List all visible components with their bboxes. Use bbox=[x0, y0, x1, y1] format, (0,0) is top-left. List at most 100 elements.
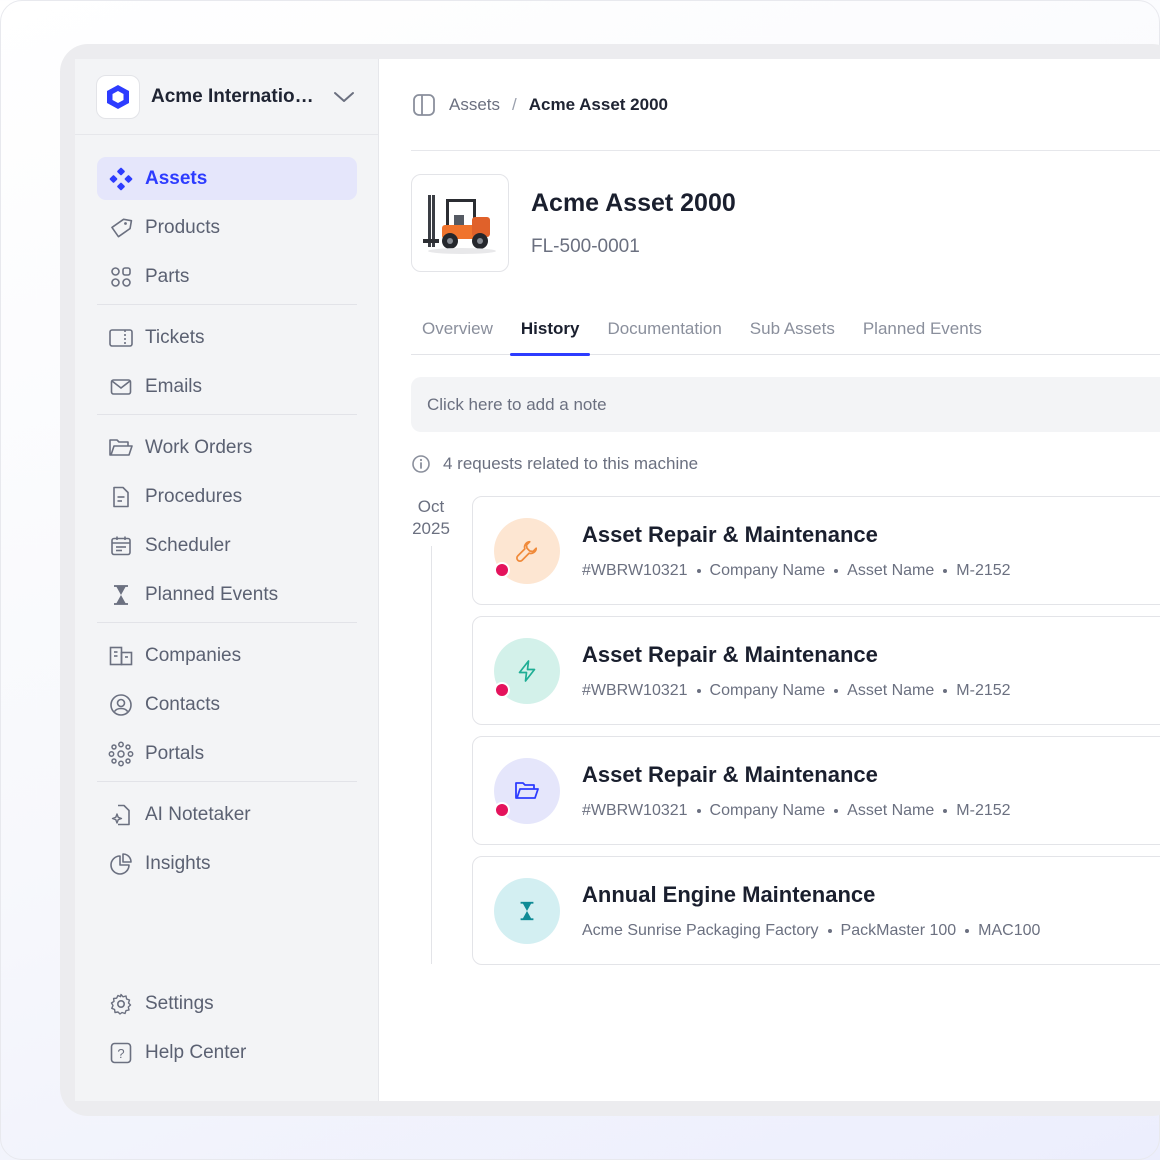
sidebar-item-insights[interactable]: Insights bbox=[97, 842, 357, 885]
sidebar-item-emails[interactable]: Emails bbox=[97, 365, 357, 408]
tab-planned-events[interactable]: Planned Events bbox=[852, 303, 993, 355]
sidebar-item-help-center[interactable]: ? Help Center bbox=[97, 1031, 357, 1074]
request-type-badge bbox=[494, 517, 560, 584]
status-dot bbox=[494, 801, 510, 818]
request-title: Annual Engine Maintenance bbox=[582, 881, 876, 907]
timeline-line bbox=[431, 546, 432, 964]
timeline-year: 2025 bbox=[412, 519, 450, 538]
folder-open-icon bbox=[514, 779, 540, 803]
sidebar-item-label: Emails bbox=[145, 375, 203, 397]
info-icon bbox=[411, 454, 431, 474]
sidebar-toggle-icon[interactable] bbox=[411, 92, 437, 118]
request-meta-item: PackMaster 100 bbox=[840, 921, 957, 939]
hourglass-icon bbox=[516, 900, 538, 922]
sidebar-item-label: Portals bbox=[145, 742, 205, 764]
sidebar-item-scheduler[interactable]: Scheduler bbox=[97, 524, 357, 567]
asset-image[interactable] bbox=[411, 174, 509, 272]
tab-overview[interactable]: Overview bbox=[411, 303, 504, 355]
request-card[interactable]: Asset Repair & Maintenance #WBRW10321 Comp… bbox=[472, 736, 1160, 845]
meta-separator bbox=[943, 808, 948, 813]
timeline-month: Oct bbox=[417, 497, 445, 516]
request-meta-item: M-2152 bbox=[956, 561, 1011, 579]
sidebar-divider bbox=[97, 414, 357, 415]
tab-documentation[interactable]: Documentation bbox=[596, 303, 732, 355]
sidebar-item-label: Work Orders bbox=[145, 436, 253, 458]
sidebar-item-label: Insights bbox=[145, 852, 211, 874]
request-meta-item: M-2152 bbox=[956, 681, 1011, 699]
request-meta-item: MAC100 bbox=[978, 921, 1041, 939]
breadcrumb-current: Acme Asset 2000 bbox=[528, 94, 669, 114]
request-card[interactable]: Asset Repair & Maintenance #WBRW10321 Comp… bbox=[472, 496, 1160, 605]
request-type-badge bbox=[494, 637, 560, 704]
sidebar-item-products[interactable]: Products bbox=[97, 206, 357, 249]
request-meta: #WBRW10321 Company Name Asset Name M-2152 bbox=[582, 682, 1011, 700]
sidebar-item-label: Planned Events bbox=[145, 583, 279, 605]
tab-history[interactable]: History bbox=[509, 303, 591, 356]
chevron-down-icon[interactable] bbox=[333, 90, 355, 104]
sidebar-divider bbox=[97, 622, 357, 623]
request-card[interactable]: Annual Engine Maintenance Acme Sunrise Pa… bbox=[472, 856, 1160, 965]
sidebar-item-settings[interactable]: Settings bbox=[97, 982, 357, 1025]
request-title: Asset Repair & Maintenance bbox=[582, 761, 878, 787]
request-meta: #WBRW10321 Company Name Asset Name M-2152 bbox=[582, 802, 1011, 820]
app-window: Acme International Holdings Assets Produc… bbox=[75, 59, 1160, 1101]
sidebar-item-label: Contacts bbox=[145, 693, 220, 715]
request-meta-item: M-2152 bbox=[956, 801, 1011, 819]
sidebar-item-label: Assets bbox=[145, 167, 208, 189]
org-logo bbox=[96, 74, 140, 119]
folder-icon bbox=[108, 435, 134, 461]
sidebar-item-label: Tickets bbox=[145, 326, 205, 348]
add-note-input[interactable]: Click here to add a note bbox=[411, 377, 1160, 432]
pie-chart-icon bbox=[108, 851, 134, 877]
sidebar-item-label: Products bbox=[145, 216, 220, 238]
sidebar-item-work-orders[interactable]: Work Orders bbox=[97, 426, 357, 469]
sidebar-item-procedures[interactable]: Procedures bbox=[97, 475, 357, 518]
timeline-date: Oct 2025 bbox=[411, 496, 451, 540]
sidebar-item-label: Companies bbox=[145, 644, 242, 666]
sidebar-item-label: Parts bbox=[145, 265, 190, 287]
sidebar-item-parts[interactable]: Parts bbox=[97, 255, 357, 298]
sidebar-item-planned-events[interactable]: Planned Events bbox=[97, 573, 357, 616]
sidebar-item-label: AI Notetaker bbox=[145, 803, 251, 825]
sidebar-item-ai-notetaker[interactable]: AI Notetaker bbox=[97, 793, 357, 836]
hexagon-logo-icon bbox=[107, 84, 129, 109]
requests-info-text: 4 requests related to this machine bbox=[443, 454, 699, 473]
org-switcher[interactable]: Acme International Holdings bbox=[75, 59, 378, 135]
sidebar-item-assets[interactable]: Assets bbox=[97, 157, 357, 200]
request-card[interactable]: Asset Repair & Maintenance #WBRW10321 Comp… bbox=[472, 616, 1160, 725]
portals-icon bbox=[108, 741, 134, 767]
meta-separator bbox=[827, 928, 832, 933]
parts-icon bbox=[108, 264, 134, 290]
ticket-icon bbox=[108, 325, 134, 351]
sidebar-divider bbox=[97, 304, 357, 305]
sidebar-item-label: Help Center bbox=[145, 1041, 247, 1063]
request-type-badge bbox=[494, 757, 560, 824]
sidebar-item-portals[interactable]: Portals bbox=[97, 732, 357, 775]
request-meta-item: Asset Name bbox=[847, 681, 935, 699]
forklift-image bbox=[423, 195, 496, 254]
request-title: Asset Repair & Maintenance bbox=[582, 641, 878, 667]
status-dot bbox=[494, 561, 510, 578]
meta-separator bbox=[834, 568, 839, 573]
svg-text:?: ? bbox=[117, 1046, 124, 1061]
tag-icon bbox=[108, 215, 134, 241]
tab-sub-assets[interactable]: Sub Assets bbox=[739, 303, 846, 355]
request-meta-item: Asset Name bbox=[847, 561, 935, 579]
sidebar-item-contacts[interactable]: Contacts bbox=[97, 683, 357, 726]
request-meta-item: Company Name bbox=[709, 561, 826, 579]
meta-separator bbox=[696, 568, 701, 573]
assets-icon bbox=[108, 166, 134, 192]
requests-info: 4 requests related to this machine bbox=[411, 454, 1160, 474]
sidebar-item-label: Scheduler bbox=[145, 534, 231, 556]
asset-header: Acme Asset 2000 FL-500-0001 bbox=[411, 174, 1160, 272]
timeline-cards: Asset Repair & Maintenance #WBRW10321 Comp… bbox=[472, 496, 1160, 965]
sidebar-item-companies[interactable]: Companies bbox=[97, 634, 357, 677]
breadcrumb-assets-link[interactable]: Assets bbox=[449, 95, 500, 115]
mail-icon bbox=[108, 374, 134, 400]
asset-title: Acme Asset 2000 bbox=[531, 188, 736, 217]
sidebar-item-label: Procedures bbox=[145, 485, 243, 507]
request-meta-item: #WBRW10321 bbox=[582, 561, 688, 579]
user-circle-icon bbox=[108, 692, 134, 718]
sidebar-item-tickets[interactable]: Tickets bbox=[97, 316, 357, 359]
history-timeline: Oct 2025 Asset Repair & Maintenance #WBRW… bbox=[411, 496, 1160, 965]
